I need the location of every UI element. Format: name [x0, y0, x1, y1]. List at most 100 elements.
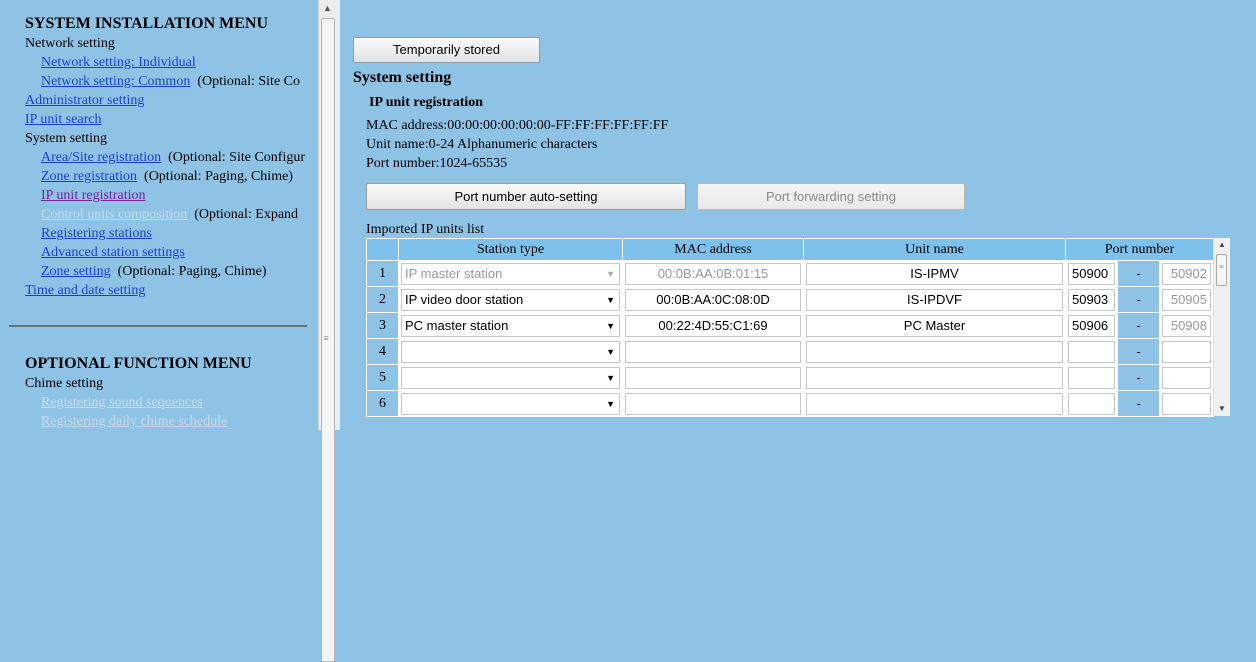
station-type-select[interactable]: PC master station ▼: [401, 314, 620, 337]
station-type-cell: IP video door station ▼: [398, 286, 623, 313]
zone-registration-note: (Optional: Paging, Chime): [144, 169, 293, 184]
row-number: 4: [366, 338, 399, 365]
system-setting-heading: System setting: [353, 69, 452, 86]
unit-name-input[interactable]: [806, 392, 1063, 415]
station-type-select[interactable]: ▼: [401, 392, 620, 415]
imported-units-table: Station type MAC address Unit name Port …: [366, 238, 1214, 417]
table-scroll-thumb[interactable]: ≡: [1216, 254, 1227, 286]
mac-cell: 00:22:4D:55:C1:69: [622, 312, 804, 339]
network-common-note: (Optional: Site Co: [197, 74, 300, 89]
mac-cell: [622, 338, 804, 365]
imported-list-caption: Imported IP units list: [366, 222, 485, 237]
area-site-note: (Optional: Site Configur: [168, 150, 306, 165]
chevron-down-icon: ▼: [606, 398, 615, 409]
mac-address-input[interactable]: [625, 340, 801, 363]
unit-name-input[interactable]: PC Master: [806, 314, 1063, 337]
grip-icon: ≡: [323, 333, 329, 343]
port-end-field: [1162, 392, 1211, 415]
table-scrollbar[interactable]: ▲ ≡ ▼: [1213, 238, 1230, 416]
mac-address-input[interactable]: [625, 366, 801, 389]
link-network-individual[interactable]: Network setting: Individual: [41, 55, 196, 70]
station-type-select[interactable]: ▼: [401, 340, 620, 363]
port-start-input[interactable]: 50900: [1068, 262, 1115, 285]
port-start-input[interactable]: [1068, 392, 1115, 415]
port-start-input[interactable]: [1068, 366, 1115, 389]
network-setting-label: Network setting: [25, 36, 115, 51]
port-auto-setting-button[interactable]: Port number auto-setting: [366, 183, 686, 210]
station-type-value: IP video door station: [405, 291, 524, 307]
link-registering-stations[interactable]: Registering stations: [41, 226, 152, 241]
link-ip-unit-registration[interactable]: IP unit registration: [41, 188, 145, 203]
row-number: 6: [366, 390, 399, 417]
port-end-cell: [1159, 364, 1214, 391]
mac-address-input: 00:0B:AA:0B:01:15: [625, 262, 801, 285]
unit-name-cell: PC Master: [803, 312, 1066, 339]
row-number: 1: [366, 260, 399, 287]
port-end-cell: 50902: [1159, 260, 1214, 287]
link-ip-unit-search[interactable]: IP unit search: [25, 112, 101, 127]
table-row: 1 IP master station ▼ 00:0B:AA:0B:01:15 IS-I…: [366, 260, 1214, 287]
menu-divider: [9, 325, 307, 327]
header-number: [366, 238, 399, 261]
port-start-input[interactable]: 50903: [1068, 288, 1115, 311]
unit-name-cell: IS-IPMV: [803, 260, 1066, 287]
temporarily-stored-button[interactable]: Temporarily stored: [353, 37, 540, 63]
table-header-row: Station type MAC address Unit name Port …: [366, 238, 1214, 261]
unit-name-input[interactable]: [806, 366, 1063, 389]
table-scroll-down-icon[interactable]: ▼: [1214, 402, 1230, 416]
control-units-note: (Optional: Expand: [194, 207, 299, 222]
unit-name-cell: [803, 390, 1066, 417]
link-zone-registration[interactable]: Zone registration: [41, 169, 137, 184]
installation-menu-panel: SYSTEM INSTALLATION MENU Network setting…: [0, 0, 318, 430]
port-number-info: Port number:1024-65535: [366, 156, 508, 171]
station-type-cell: ▼: [398, 390, 623, 417]
port-range-dash: -: [1117, 364, 1160, 391]
link-time-date-setting[interactable]: Time and date setting: [25, 283, 145, 298]
header-station-type: Station type: [398, 238, 623, 261]
link-administrator-setting[interactable]: Administrator setting: [25, 93, 144, 108]
port-start-input[interactable]: 50906: [1068, 314, 1115, 337]
port-end-cell: 50905: [1159, 286, 1214, 313]
port-range-dash: -: [1117, 260, 1160, 287]
station-type-value: PC master station: [405, 317, 509, 333]
link-advanced-station-settings[interactable]: Advanced station settings: [41, 245, 185, 260]
station-type-select[interactable]: IP video door station ▼: [401, 288, 620, 311]
unit-name-info: Unit name:0-24 Alphanumeric characters: [366, 137, 598, 152]
mac-address-input[interactable]: 00:0B:AA:0C:08:0D: [625, 288, 801, 311]
link-zone-setting[interactable]: Zone setting: [41, 264, 111, 279]
link-control-units-composition: Control units composition: [41, 207, 188, 222]
link-area-site-registration[interactable]: Area/Site registration: [41, 150, 161, 165]
menu-scrollbar[interactable]: ▲ ≡: [318, 0, 336, 662]
scroll-up-icon[interactable]: ▲: [319, 0, 336, 17]
port-start-cell: [1065, 338, 1118, 365]
ip-unit-registration-heading: IP unit registration: [369, 95, 484, 110]
row-number: 3: [366, 312, 399, 339]
header-unit-name: Unit name: [803, 238, 1066, 261]
installation-menu-title: SYSTEM INSTALLATION MENU: [25, 15, 269, 32]
port-end-field: 50905: [1162, 288, 1211, 311]
optional-menu-title: OPTIONAL FUNCTION MENU: [25, 355, 252, 372]
port-start-cell: [1065, 390, 1118, 417]
link-network-common[interactable]: Network setting: Common: [41, 74, 190, 89]
mac-address-input[interactable]: [625, 392, 801, 415]
port-end-field: [1162, 340, 1211, 363]
unit-name-input[interactable]: [806, 340, 1063, 363]
port-end-cell: [1159, 338, 1214, 365]
unit-name-input[interactable]: IS-IPDVF: [806, 288, 1063, 311]
chevron-down-icon: ▼: [606, 320, 615, 331]
station-type-cell: PC master station ▼: [398, 312, 623, 339]
chevron-down-icon: ▼: [606, 294, 615, 305]
header-mac-address: MAC address: [622, 238, 804, 261]
port-start-input[interactable]: [1068, 340, 1115, 363]
unit-name-cell: IS-IPDVF: [803, 286, 1066, 313]
table-row: 4 ▼ -: [366, 338, 1214, 365]
station-type-select[interactable]: ▼: [401, 366, 620, 389]
station-type-cell: IP master station ▼: [398, 260, 623, 287]
main-content: Temporarily stored System setting IP uni…: [340, 0, 1256, 430]
mac-address-input[interactable]: 00:22:4D:55:C1:69: [625, 314, 801, 337]
table-scroll-up-icon[interactable]: ▲: [1214, 238, 1230, 252]
link-registering-sound-sequences: Registering sound sequences: [41, 395, 203, 410]
unit-name-input[interactable]: IS-IPMV: [806, 262, 1063, 285]
port-range-dash: -: [1117, 338, 1160, 365]
chime-setting-label: Chime setting: [25, 376, 104, 391]
